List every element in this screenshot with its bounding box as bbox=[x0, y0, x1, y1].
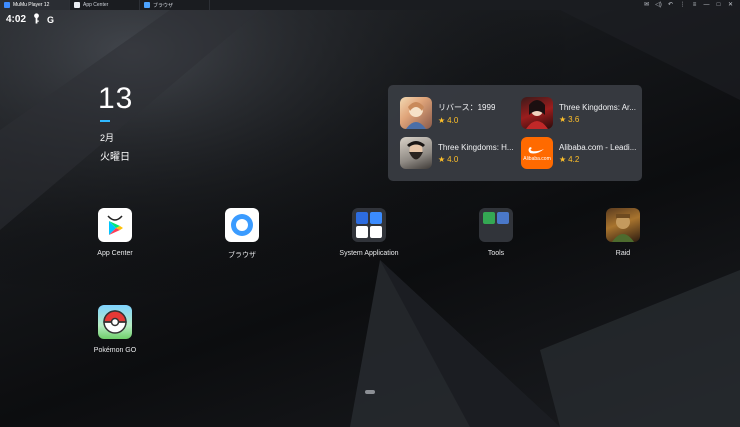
tab-mumu-player[interactable]: MuMu Player 12 bbox=[0, 0, 70, 10]
recommended-app[interactable]: リバース：1999 ★ 4.0 bbox=[400, 97, 518, 129]
recommended-app-name: Three Kingdoms: H... bbox=[438, 142, 514, 152]
star-icon: ★ bbox=[438, 115, 446, 125]
close-button[interactable]: ✕ bbox=[727, 2, 734, 9]
alibaba-logo bbox=[528, 146, 544, 153]
recommended-apps-card: リバース：1999 ★ 4.0 Three Kingdoms: Ar... ★ 3.… bbox=[388, 85, 642, 181]
browser-tab-icon bbox=[144, 2, 150, 8]
tab-label: App Center bbox=[83, 2, 109, 8]
app-label: Tools bbox=[487, 250, 505, 257]
maximize-button[interactable]: □ bbox=[715, 2, 722, 9]
status-bar: 4:02 G bbox=[6, 13, 54, 26]
browser-icon bbox=[225, 208, 259, 242]
app-center-icon bbox=[98, 208, 132, 242]
recommended-app-name: リバース：1999 bbox=[438, 102, 496, 112]
clock-accent-line bbox=[100, 120, 110, 122]
clock-weekday: 火曜日 bbox=[100, 152, 130, 163]
app-label: System Application bbox=[339, 250, 399, 257]
android-desktop: 4:02 G 13 2月 火曜日 リバース：1999 ★ 4.0 Three Ki… bbox=[0, 10, 740, 427]
page-indicator[interactable] bbox=[365, 390, 375, 394]
rating: ★ 4.0 bbox=[438, 115, 459, 125]
back-icon[interactable]: ↶ bbox=[667, 2, 674, 9]
three-kingdoms-ar-icon bbox=[521, 97, 553, 129]
app-tools[interactable]: Tools bbox=[456, 208, 536, 257]
app-center-tab-icon bbox=[74, 2, 80, 8]
settings-mini-icon bbox=[356, 212, 368, 224]
menu-icon[interactable]: ≡ bbox=[691, 2, 698, 9]
tab-label: MuMu Player 12 bbox=[13, 2, 50, 8]
app-label: App Center bbox=[97, 250, 133, 257]
app-label: ブラウザ bbox=[228, 252, 256, 259]
recommended-app-name: Alibaba.com - Leadi... bbox=[559, 142, 637, 152]
star-icon: ★ bbox=[438, 154, 446, 164]
app-label: Raid bbox=[615, 250, 631, 257]
tab-label: ブラウザ bbox=[153, 2, 174, 9]
system-folder-icon bbox=[352, 208, 386, 242]
rating: ★ 3.6 bbox=[559, 114, 580, 124]
mail-icon[interactable]: ✉ bbox=[643, 2, 650, 9]
pokemon-go-icon bbox=[98, 305, 132, 339]
alibaba-brand-text: Alibaba.com bbox=[523, 155, 551, 162]
play-mini-icon bbox=[370, 226, 382, 238]
window-controls: ✉ ◁) ↶ ⋮ ≡ — □ ✕ bbox=[643, 0, 740, 10]
rating: ★ 4.2 bbox=[559, 154, 580, 164]
app-pokemon-go[interactable]: Pokémon GO bbox=[75, 305, 155, 354]
rating: ★ 4.0 bbox=[438, 154, 459, 164]
star-icon: ★ bbox=[559, 154, 567, 164]
minimize-button[interactable]: — bbox=[703, 2, 710, 9]
tool-mini-icon bbox=[497, 212, 509, 224]
star-icon: ★ bbox=[559, 114, 567, 124]
key-icon bbox=[33, 13, 40, 26]
three-kingdoms-h-icon bbox=[400, 137, 432, 169]
recommended-app-name: Three Kingdoms: Ar... bbox=[559, 102, 636, 112]
clock-month: 2月 bbox=[100, 133, 115, 143]
recommended-app[interactable]: Three Kingdoms: Ar... ★ 3.6 bbox=[521, 97, 639, 129]
app-system-application[interactable]: System Application bbox=[329, 208, 409, 257]
clock-day: 13 bbox=[98, 82, 134, 115]
tools-folder-icon bbox=[479, 208, 513, 242]
volume-icon[interactable]: ◁) bbox=[655, 2, 662, 9]
tab-app-center[interactable]: App Center bbox=[70, 0, 140, 10]
app-label: Pokémon GO bbox=[93, 347, 137, 354]
recommended-app[interactable]: Alibaba.com Alibaba.com - Leadi... ★ 4.2 bbox=[521, 137, 639, 169]
chrome-mini-icon bbox=[483, 212, 495, 224]
alibaba-icon: Alibaba.com bbox=[521, 137, 553, 169]
more-icon[interactable]: ⋮ bbox=[679, 2, 686, 9]
recommended-app[interactable]: Three Kingdoms: H... ★ 4.0 bbox=[400, 137, 518, 169]
app-app-center[interactable]: App Center bbox=[75, 208, 155, 257]
play-store-mini-icon bbox=[356, 226, 368, 238]
app-raid[interactable]: Raid bbox=[583, 208, 663, 257]
reverse-1999-icon bbox=[400, 97, 432, 129]
google-icon: G bbox=[47, 14, 55, 25]
window-title-bar: MuMu Player 12 App Center ブラウザ ✉ ◁) ↶ ⋮ … bbox=[0, 0, 740, 10]
app-browser[interactable]: ブラウザ bbox=[202, 208, 282, 260]
tab-browser[interactable]: ブラウザ bbox=[140, 0, 210, 10]
raid-icon bbox=[606, 208, 640, 242]
status-time: 4:02 bbox=[6, 14, 27, 25]
contacts-mini-icon bbox=[370, 212, 382, 224]
mumu-icon bbox=[4, 2, 10, 8]
